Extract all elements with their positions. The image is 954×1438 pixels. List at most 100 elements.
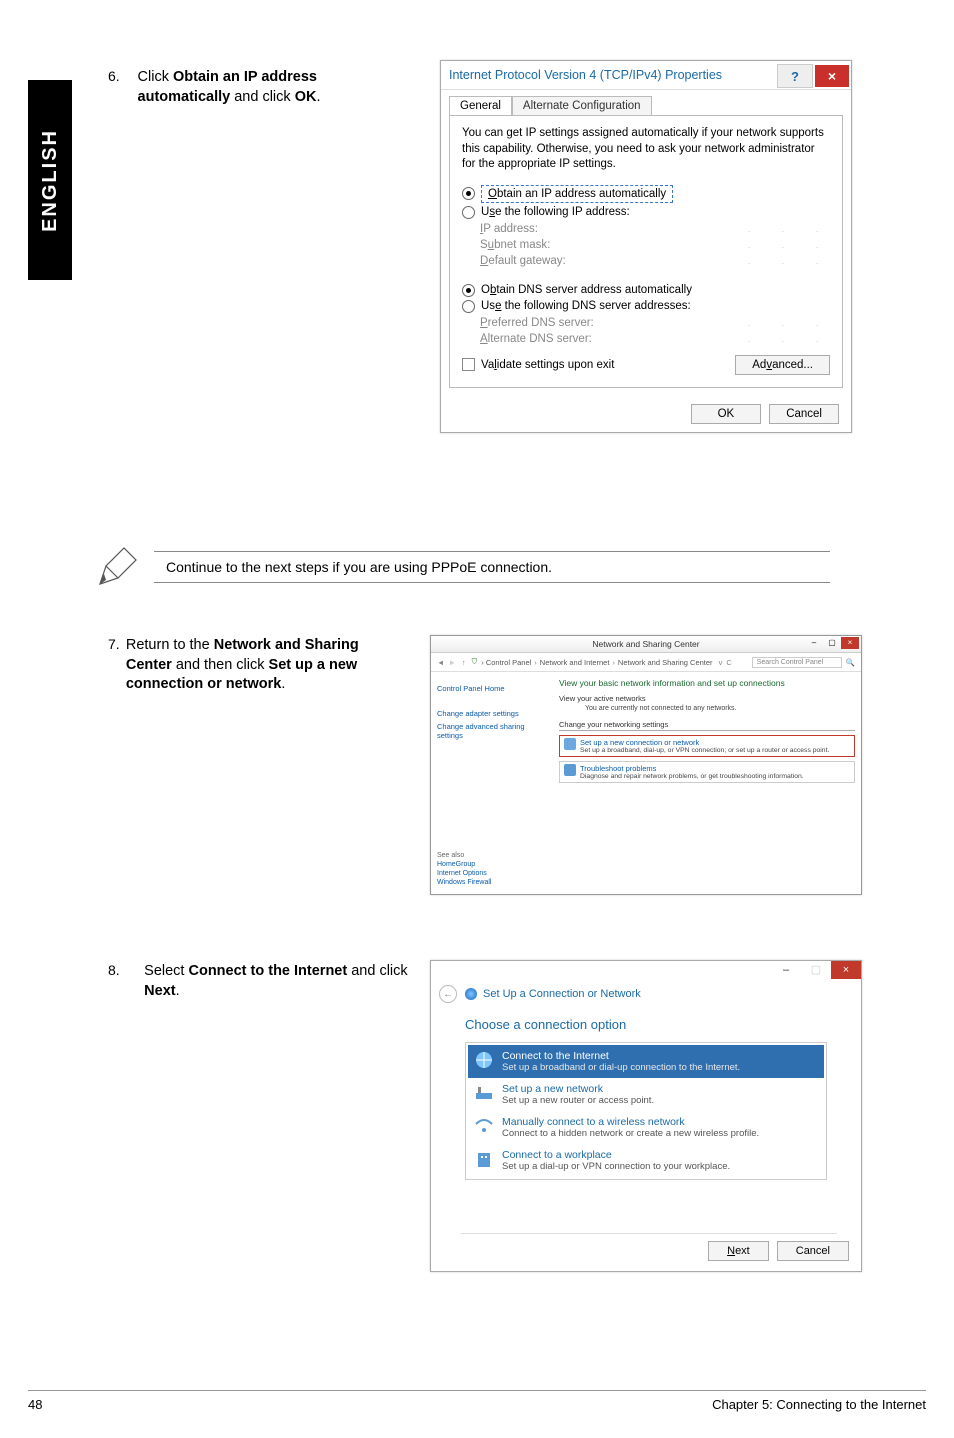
radio-icon [462, 300, 475, 313]
wizard-header: ← Set Up a Connection or Network [431, 981, 861, 1007]
tab-strip: General Alternate Configuration [449, 96, 843, 115]
back-button[interactable]: ← [439, 985, 457, 1003]
see-also-firewall[interactable]: Windows Firewall [437, 879, 491, 886]
change-adapter-link[interactable]: Change adapter settings [437, 709, 547, 718]
maximize-button[interactable]: ▢ [801, 961, 831, 979]
step-number: 8. [108, 962, 144, 978]
window-controls: – ▢ × [805, 637, 859, 649]
network-icon: ⛉ [472, 657, 478, 667]
chapter-label: Chapter 5: Connecting to the Internet [712, 1397, 926, 1412]
language-tab: ENGLISH [28, 80, 72, 280]
field-default-gateway: Default gateway: ... [480, 255, 830, 267]
validate-label: Validate settings upon exit [481, 359, 614, 371]
network-wizard-icon [564, 738, 576, 750]
control-panel-home-link[interactable]: Control Panel Home [437, 684, 547, 693]
dialog-buttons: OK Cancel [441, 396, 851, 432]
field-alternate-dns: Alternate DNS server: ... [480, 333, 830, 345]
language-label: ENGLISH [39, 129, 62, 232]
back-button[interactable]: ◄ [437, 658, 444, 667]
minimize-button[interactable]: – [805, 637, 823, 649]
tab-alternate[interactable]: Alternate Configuration [512, 96, 652, 115]
option-new-network[interactable]: Set up a new network Set up a new router… [468, 1078, 824, 1111]
forward-button[interactable]: ► [448, 658, 455, 667]
close-button[interactable]: × [831, 961, 861, 979]
choose-heading: Choose a connection option [465, 1017, 827, 1032]
options-list: Connect to the Internet Set up a broadba… [465, 1042, 827, 1180]
minimize-button[interactable]: – [771, 961, 801, 979]
search-icon: 🔍 [846, 658, 855, 667]
radio-icon [462, 284, 475, 297]
troubleshoot-option[interactable]: Troubleshoot problems Diagnose and repai… [559, 761, 855, 783]
ip-input: ... [740, 240, 830, 250]
field-ip-address: IP address: ... [480, 223, 830, 235]
setup-connection-option[interactable]: Set up a new connection or network Set u… [559, 735, 855, 757]
ok-button[interactable]: OK [691, 404, 762, 424]
wizard-title: Set Up a Connection or Network [483, 988, 641, 1000]
pencil-icon [94, 544, 140, 590]
globe-icon [474, 1050, 494, 1070]
breadcrumb[interactable]: › Control Panel›Network and Internet›Net… [481, 658, 712, 667]
validate-checkbox[interactable] [462, 358, 475, 371]
window-title: Network and Sharing Center [431, 636, 861, 653]
radio-label: Use the following IP address: [481, 206, 630, 218]
cancel-button[interactable]: Cancel [777, 1241, 849, 1261]
tab-general[interactable]: General [449, 96, 512, 115]
validate-row: Validate settings upon exit Advanced... [462, 355, 830, 375]
see-also-homegroup[interactable]: HomeGroup [437, 861, 491, 868]
note-text: Continue to the next steps if you are us… [154, 554, 830, 580]
close-button[interactable]: × [815, 65, 849, 87]
help-button[interactable]: ? [777, 64, 813, 88]
main-panel: View your basic network information and … [553, 672, 861, 895]
not-connected-text: You are currently not connected to any n… [585, 705, 855, 712]
info-text: You can get IP settings assigned automat… [462, 126, 830, 173]
globe-icon [465, 988, 477, 1000]
cancel-button[interactable]: Cancel [769, 404, 839, 424]
radio-obtain-ip-auto[interactable]: OObtain an IP address automaticallybtain… [462, 185, 830, 203]
change-sharing-link[interactable]: Change advanced sharing settings [437, 722, 547, 740]
radio-use-ip[interactable]: Use the following IP address: [462, 206, 830, 219]
building-icon [474, 1149, 494, 1169]
step-text: Select Connect to the Internet and click… [144, 962, 418, 1001]
radio-label: Obtain DNS server address automatically [481, 284, 692, 296]
tab-panel: You can get IP settings assigned automat… [449, 115, 843, 388]
field-preferred-dns: Preferred DNS server: ... [480, 317, 830, 329]
up-button[interactable]: ↑ [462, 658, 466, 667]
wizard-content: Choose a connection option Connect to th… [431, 1007, 861, 1190]
step-7: 7. Return to the Network and Sharing Cen… [108, 636, 408, 695]
wifi-icon [474, 1116, 494, 1136]
search-input[interactable]: Search Control Panel [752, 657, 842, 668]
wizard-footer: Next Cancel [431, 1233, 849, 1261]
ip-input: ... [740, 224, 830, 234]
radio-use-dns[interactable]: Use the following DNS server addresses: [462, 300, 830, 313]
ip-input: ... [740, 256, 830, 266]
router-icon [474, 1083, 494, 1103]
option-wireless[interactable]: Manually connect to a wireless network C… [468, 1111, 824, 1144]
note-block: Continue to the next steps if you are us… [94, 544, 830, 590]
page-number: 48 [28, 1397, 42, 1412]
setup-connection-wizard: – ▢ × ← Set Up a Connection or Network C… [430, 960, 862, 1272]
step-number: 7. [108, 636, 126, 652]
option-workplace[interactable]: Connect to a workplace Set up a dial-up … [468, 1144, 824, 1177]
ip-input: ... [740, 318, 830, 328]
see-also-internet-options[interactable]: Internet Options [437, 870, 491, 877]
radio-obtain-dns-auto[interactable]: Obtain DNS server address automatically [462, 284, 830, 297]
page-footer: 48 Chapter 5: Connecting to the Internet [28, 1390, 926, 1412]
dialog-title: Internet Protocol Version 4 (TCP/IPv4) P… [441, 68, 777, 82]
step-8: 8. Select Connect to the Internet and cl… [108, 962, 418, 1001]
step-text: Click Obtain an IP address automatically… [138, 68, 408, 107]
change-settings-label: Change your networking settings [559, 720, 855, 731]
ipv4-properties-dialog: Internet Protocol Version 4 (TCP/IPv4) P… [440, 60, 852, 433]
maximize-button[interactable]: ▢ [823, 637, 841, 649]
network-sharing-center-window: Network and Sharing Center – ▢ × ◄ ► ↑ ⛉… [430, 635, 862, 895]
panel-heading: View your basic network information and … [559, 678, 855, 688]
close-button[interactable]: × [841, 637, 859, 649]
next-button[interactable]: Next [708, 1241, 769, 1261]
troubleshoot-icon [564, 764, 576, 776]
radio-icon [462, 187, 475, 200]
see-also: See also HomeGroup Internet Options Wind… [437, 852, 491, 888]
window-controls: – ▢ × [431, 961, 861, 981]
option-connect-internet[interactable]: Connect to the Internet Set up a broadba… [468, 1045, 824, 1078]
radio-label: OObtain an IP address automaticallybtain… [481, 185, 673, 203]
advanced-button[interactable]: Advanced... [735, 355, 830, 375]
note-body: Continue to the next steps if you are us… [154, 549, 830, 585]
